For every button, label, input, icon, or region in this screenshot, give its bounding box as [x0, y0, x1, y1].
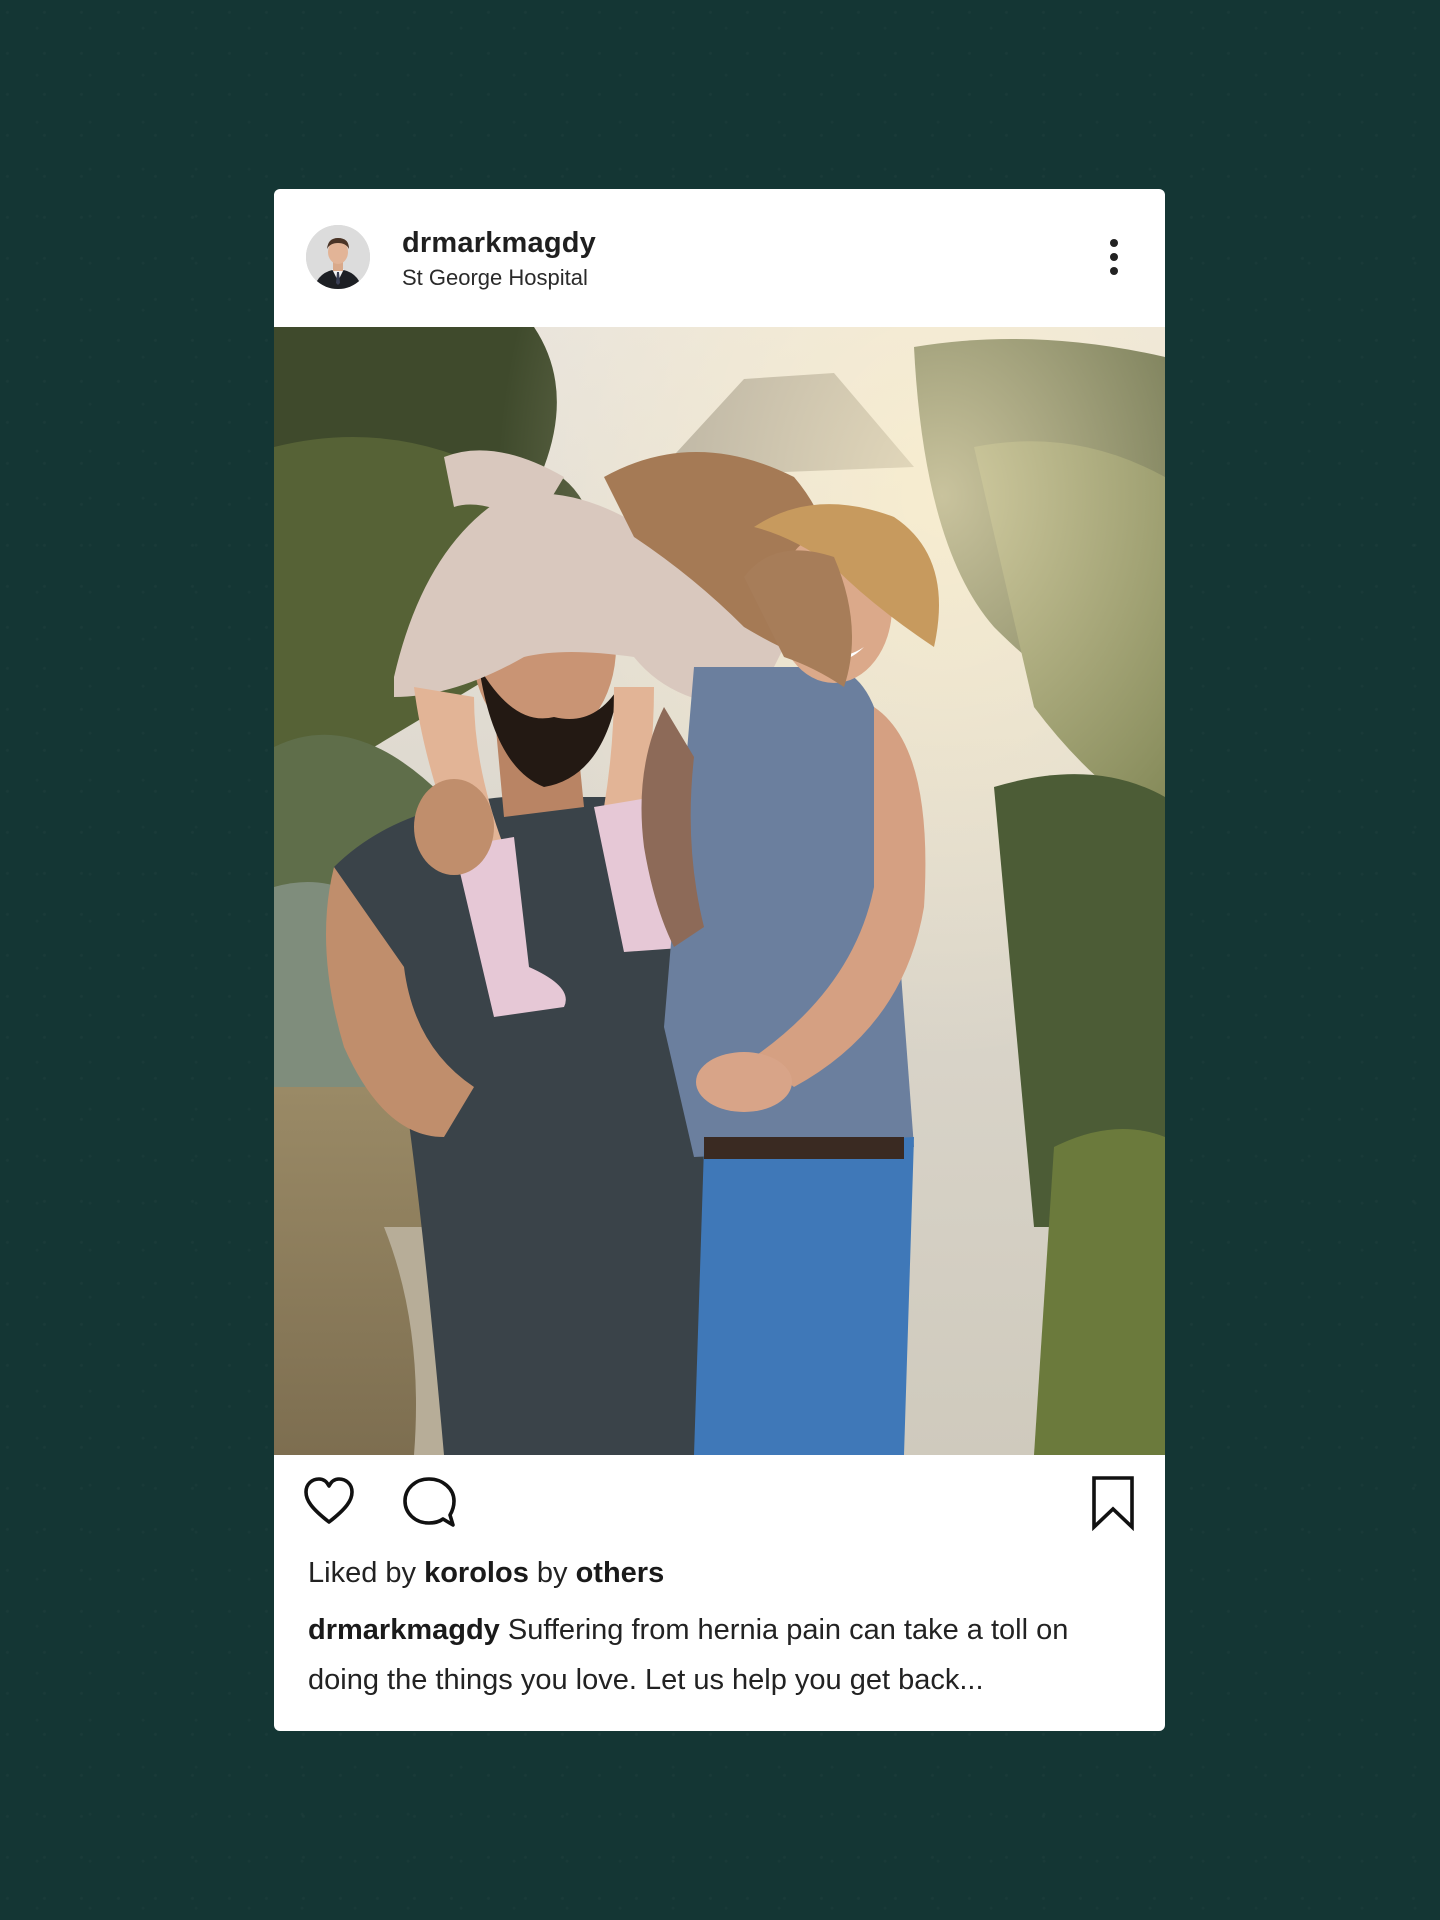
post-photo[interactable]	[274, 327, 1165, 1455]
liked-by-others-link[interactable]: others	[576, 1557, 665, 1589]
avatar-image	[306, 225, 370, 289]
liked-by-user-link[interactable]: korolos	[424, 1557, 529, 1589]
avatar[interactable]	[306, 225, 370, 289]
more-options-button[interactable]	[1094, 233, 1134, 281]
more-vertical-icon	[1110, 239, 1118, 275]
post-caption: drmarkmagdy Suffering from hernia pain c…	[308, 1605, 1138, 1705]
likes-prefix: Liked by	[308, 1557, 417, 1589]
like-button[interactable]	[302, 1475, 356, 1529]
post-username[interactable]: drmarkmagdy	[402, 227, 596, 260]
post-header: drmarkmagdy St George Hospital	[274, 189, 1165, 327]
comment-icon	[403, 1477, 456, 1527]
save-button[interactable]	[1090, 1475, 1136, 1532]
post-card: drmarkmagdy St George Hospital Liked by …	[274, 189, 1165, 1731]
heart-icon	[304, 1477, 354, 1524]
likes-summary: Liked by korolos by others	[308, 1557, 664, 1590]
comment-button[interactable]	[402, 1475, 456, 1529]
likes-middle: by	[536, 1557, 568, 1589]
post-actions	[274, 1455, 1165, 1555]
post-location[interactable]: St George Hospital	[402, 265, 588, 291]
bookmark-icon	[1092, 1476, 1134, 1532]
family-photo-illustration	[274, 327, 1165, 1455]
caption-author-link[interactable]: drmarkmagdy	[308, 1614, 500, 1646]
